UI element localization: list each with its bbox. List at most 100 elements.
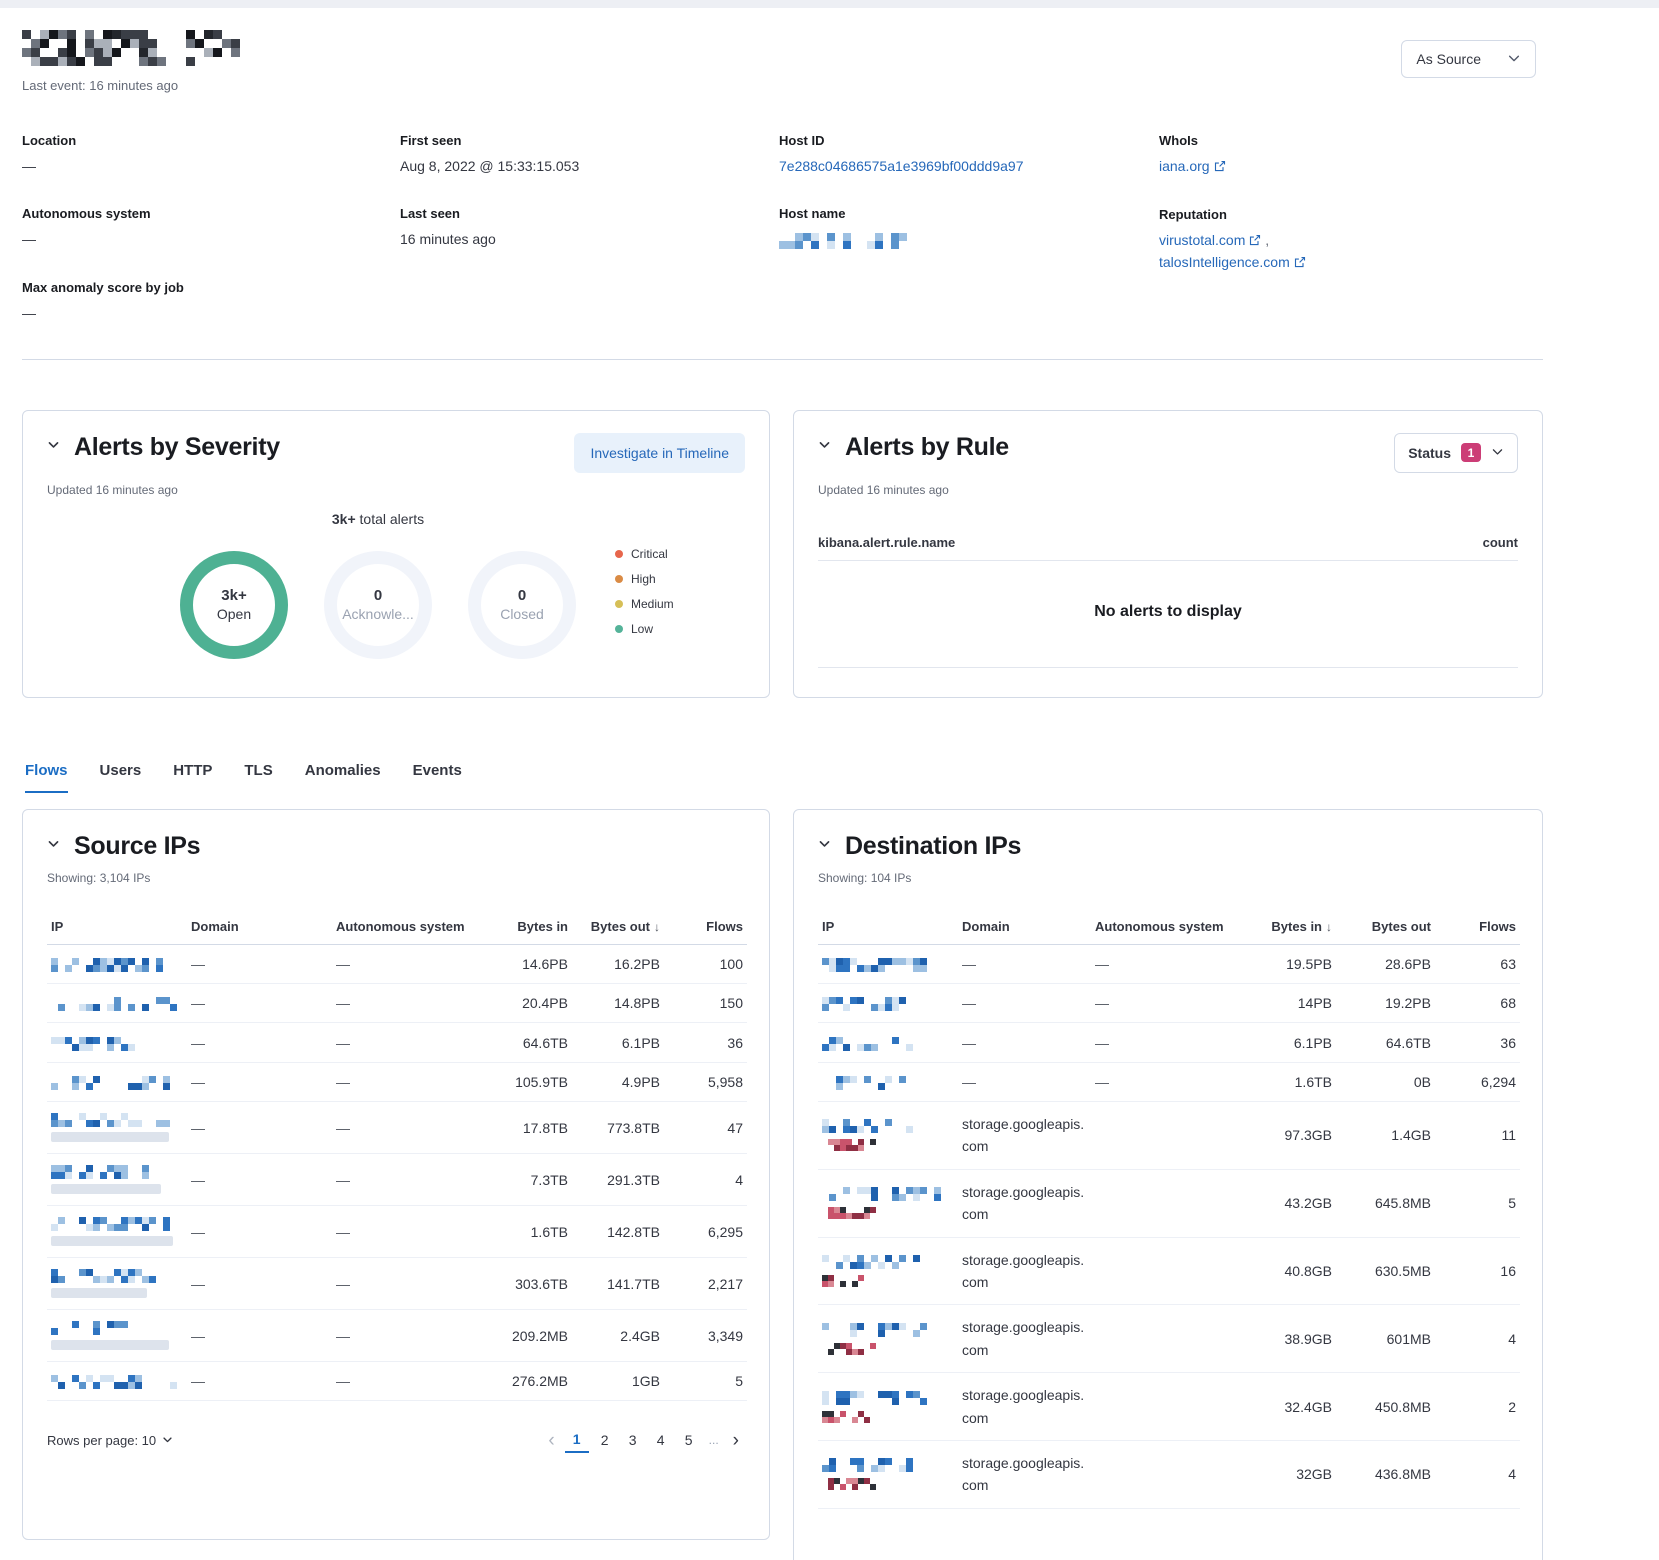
closed-alerts-donut[interactable]: 0 Closed [468, 551, 576, 659]
col-header-flows[interactable]: Flows [1435, 911, 1520, 945]
last-seen-value: 16 minutes ago [400, 229, 779, 249]
bytes-in-cell: 6.1PB [1231, 1023, 1336, 1062]
bytes-out-cell: 450.8MB [1336, 1373, 1435, 1441]
host-id-link[interactable]: 7e288c04686575a1e3969bf00ddd9a97 [779, 158, 1023, 174]
total-alerts-label: total alerts [360, 511, 425, 527]
count-column-header: count [1483, 535, 1518, 550]
table-row: — — 7.3TB 291.3TB 4 [47, 1154, 747, 1206]
destination-ips-collapse[interactable]: Destination IPs [818, 832, 1021, 861]
legend-high: High [631, 572, 656, 586]
redacted-source-ip[interactable] [51, 1076, 173, 1090]
source-ips-collapse[interactable]: Source IPs [47, 832, 200, 861]
bytes-in-cell: 1.6TB [477, 1206, 572, 1258]
redacted-source-ip[interactable] [51, 1269, 159, 1283]
page-3-button[interactable]: 3 [621, 1427, 645, 1453]
col-header-bytes-out[interactable]: Bytes out [1336, 911, 1435, 945]
next-page-button[interactable]: › [727, 1431, 745, 1450]
col-header-bytes-out[interactable]: Bytes out↓ [572, 911, 664, 945]
talos-link[interactable]: talosIntelligence.com [1159, 254, 1290, 270]
redacted-destination-ip[interactable] [822, 1323, 940, 1337]
redacted-source-ip[interactable] [51, 1217, 171, 1231]
autonomous-system-value: — [22, 229, 400, 249]
tab-anomalies[interactable]: Anomalies [305, 762, 381, 793]
whois-link[interactable]: iana.org [1159, 158, 1210, 174]
redacted-source-ip[interactable] [51, 1165, 151, 1179]
as-cell [1091, 1237, 1231, 1305]
redacted-source-ip[interactable] [51, 1113, 177, 1127]
redacted-host-name[interactable] [779, 233, 914, 249]
chevron-down-icon [47, 438, 60, 456]
alerts-by-rule-panel: Alerts by Rule Status 1 Updated 16 minut… [793, 410, 1543, 698]
chevron-down-icon [1491, 445, 1504, 461]
redacted-flag-bar [51, 1340, 169, 1350]
bytes-out-cell: 436.8MB [1336, 1440, 1435, 1508]
as-cell: — [332, 944, 477, 983]
acknowledged-label: Acknowle... [342, 606, 414, 622]
page-1-button[interactable]: 1 [565, 1427, 589, 1453]
flows-cell: 36 [1435, 1023, 1520, 1062]
tab-http[interactable]: HTTP [173, 762, 212, 793]
chevron-down-icon [1507, 51, 1521, 68]
previous-page-button[interactable]: ‹ [542, 1431, 560, 1450]
redacted-source-ip[interactable] [51, 1375, 181, 1389]
redacted-destination-ip[interactable] [822, 958, 932, 972]
table-row: storage.googleapis.com 32GB 436.8MB 4 [818, 1440, 1520, 1508]
tab-events[interactable]: Events [413, 762, 462, 793]
virustotal-link[interactable]: virustotal.com [1159, 232, 1245, 248]
redacted-destination-ip[interactable] [822, 997, 914, 1011]
page-2-button[interactable]: 2 [593, 1427, 617, 1453]
bytes-in-cell: 14.6PB [477, 944, 572, 983]
page-4-button[interactable]: 4 [649, 1427, 673, 1453]
first-seen-value: Aug 8, 2022 @ 15:33:15.053 [400, 156, 779, 176]
bytes-in-cell: 20.4PB [477, 984, 572, 1023]
redacted-destination-ip[interactable] [822, 1255, 922, 1269]
redacted-geo-pixels [822, 1207, 876, 1219]
domain-cell: — [187, 1102, 332, 1154]
flows-cell: 100 [664, 944, 747, 983]
open-alerts-donut[interactable]: 3k+ Open [180, 551, 288, 659]
page-5-button[interactable]: 5 [677, 1427, 701, 1453]
col-header-ip: IP [47, 911, 187, 945]
redacted-source-ip[interactable] [51, 958, 169, 972]
redacted-destination-ip[interactable] [822, 1391, 946, 1405]
investigate-in-timeline-button[interactable]: Investigate in Timeline [574, 433, 745, 473]
bytes-out-cell: 601MB [1336, 1305, 1435, 1373]
redacted-source-ip[interactable] [51, 997, 179, 1011]
col-header-flows[interactable]: Flows [664, 911, 747, 945]
domain-cell: — [187, 1206, 332, 1258]
bytes-in-cell: 19.5PB [1231, 944, 1336, 983]
flows-cell: 4 [1435, 1305, 1520, 1373]
chevron-down-icon [47, 837, 60, 855]
page-header: Last event: 16 minutes ago As Source [22, 8, 1543, 93]
redacted-destination-ip[interactable] [822, 1119, 936, 1133]
redacted-destination-ip[interactable] [822, 1187, 942, 1201]
redacted-destination-ip[interactable] [822, 1037, 926, 1051]
bytes-out-cell: 630.5MB [1336, 1237, 1435, 1305]
redacted-source-ip[interactable] [51, 1037, 147, 1051]
alerts-rule-collapse[interactable]: Alerts by Rule [818, 433, 1009, 462]
bytes-out-cell: 19.2PB [1336, 984, 1435, 1023]
redacted-source-ip[interactable] [51, 1321, 137, 1335]
rows-per-page-button[interactable]: Rows per page: 10 [47, 1433, 173, 1448]
alerts-severity-collapse[interactable]: Alerts by Severity [47, 433, 280, 462]
table-divider [818, 667, 1518, 668]
location-label: Location [22, 133, 400, 148]
status-filter-button[interactable]: Status 1 [1394, 433, 1518, 473]
flows-cell: 150 [664, 984, 747, 1023]
redacted-destination-ip[interactable] [822, 1458, 920, 1472]
panel-title: Source IPs [74, 832, 200, 861]
redacted-destination-ip[interactable] [822, 1076, 908, 1090]
acknowledged-alerts-donut[interactable]: 0 Acknowle... [324, 551, 432, 659]
flows-cell: 2 [1435, 1373, 1520, 1441]
as-cell: — [332, 1310, 477, 1362]
tab-flows[interactable]: Flows [25, 762, 68, 793]
page-ellipsis: ... [705, 1433, 723, 1447]
redacted-geo-pixels [822, 1343, 878, 1355]
as-source-selector[interactable]: As Source [1401, 40, 1536, 78]
col-header-bytes-in[interactable]: Bytes in↓ [1231, 911, 1336, 945]
col-header-bytes-in[interactable]: Bytes in [477, 911, 572, 945]
as-cell: — [332, 1258, 477, 1310]
tab-users[interactable]: Users [100, 762, 142, 793]
table-row: — — 20.4PB 14.8PB 150 [47, 984, 747, 1023]
tab-tls[interactable]: TLS [244, 762, 272, 793]
